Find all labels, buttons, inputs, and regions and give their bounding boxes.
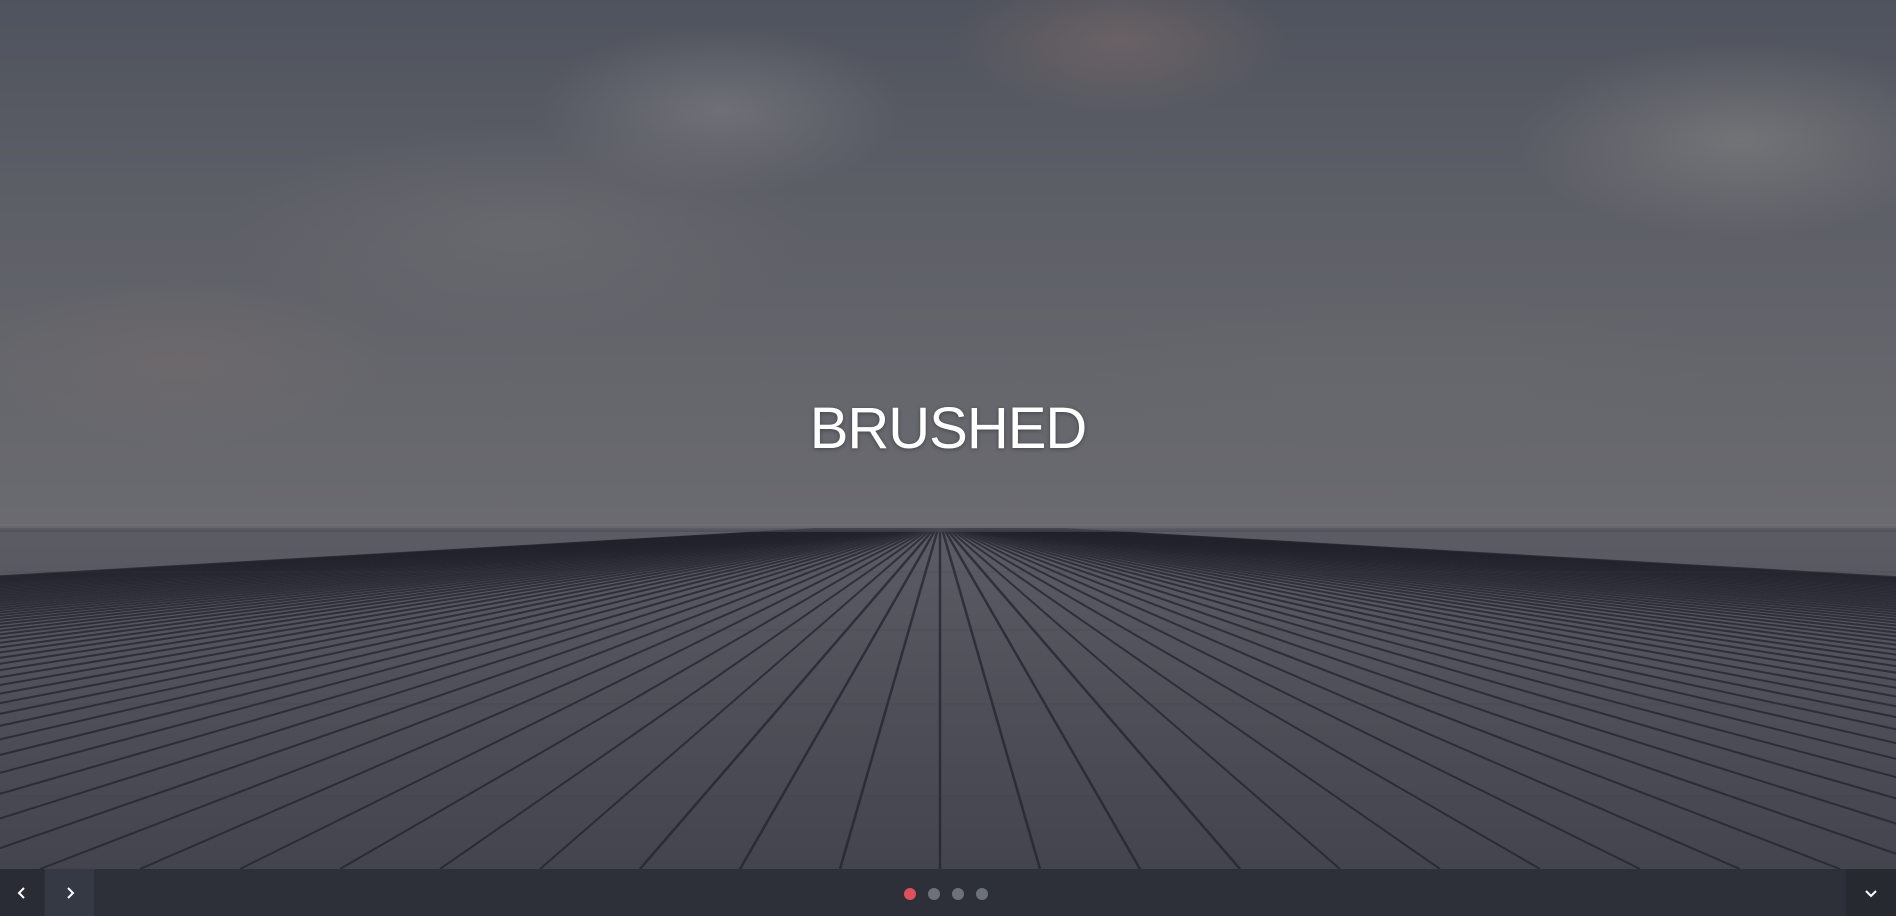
next-slide-button[interactable] <box>45 869 94 916</box>
plank-lines <box>0 525 1896 869</box>
prev-slide-button[interactable] <box>0 869 44 916</box>
pagination-dot-3[interactable] <box>952 888 964 900</box>
boardwalk-floor <box>0 525 1896 869</box>
chevron-down-icon <box>1865 889 1877 897</box>
chevron-right-icon <box>66 886 74 899</box>
slide-pagination <box>904 888 988 900</box>
pagination-dot-2[interactable] <box>928 888 940 900</box>
hero-slide: BRUSHED <box>0 0 1896 869</box>
pagination-dot-4[interactable] <box>976 888 988 900</box>
pagination-dot-1[interactable] <box>904 888 916 900</box>
scroll-down-button[interactable] <box>1846 869 1896 916</box>
horizon-line <box>0 524 1896 532</box>
chevron-left-icon <box>17 886 25 899</box>
slide-title: BRUSHED <box>809 396 1088 461</box>
